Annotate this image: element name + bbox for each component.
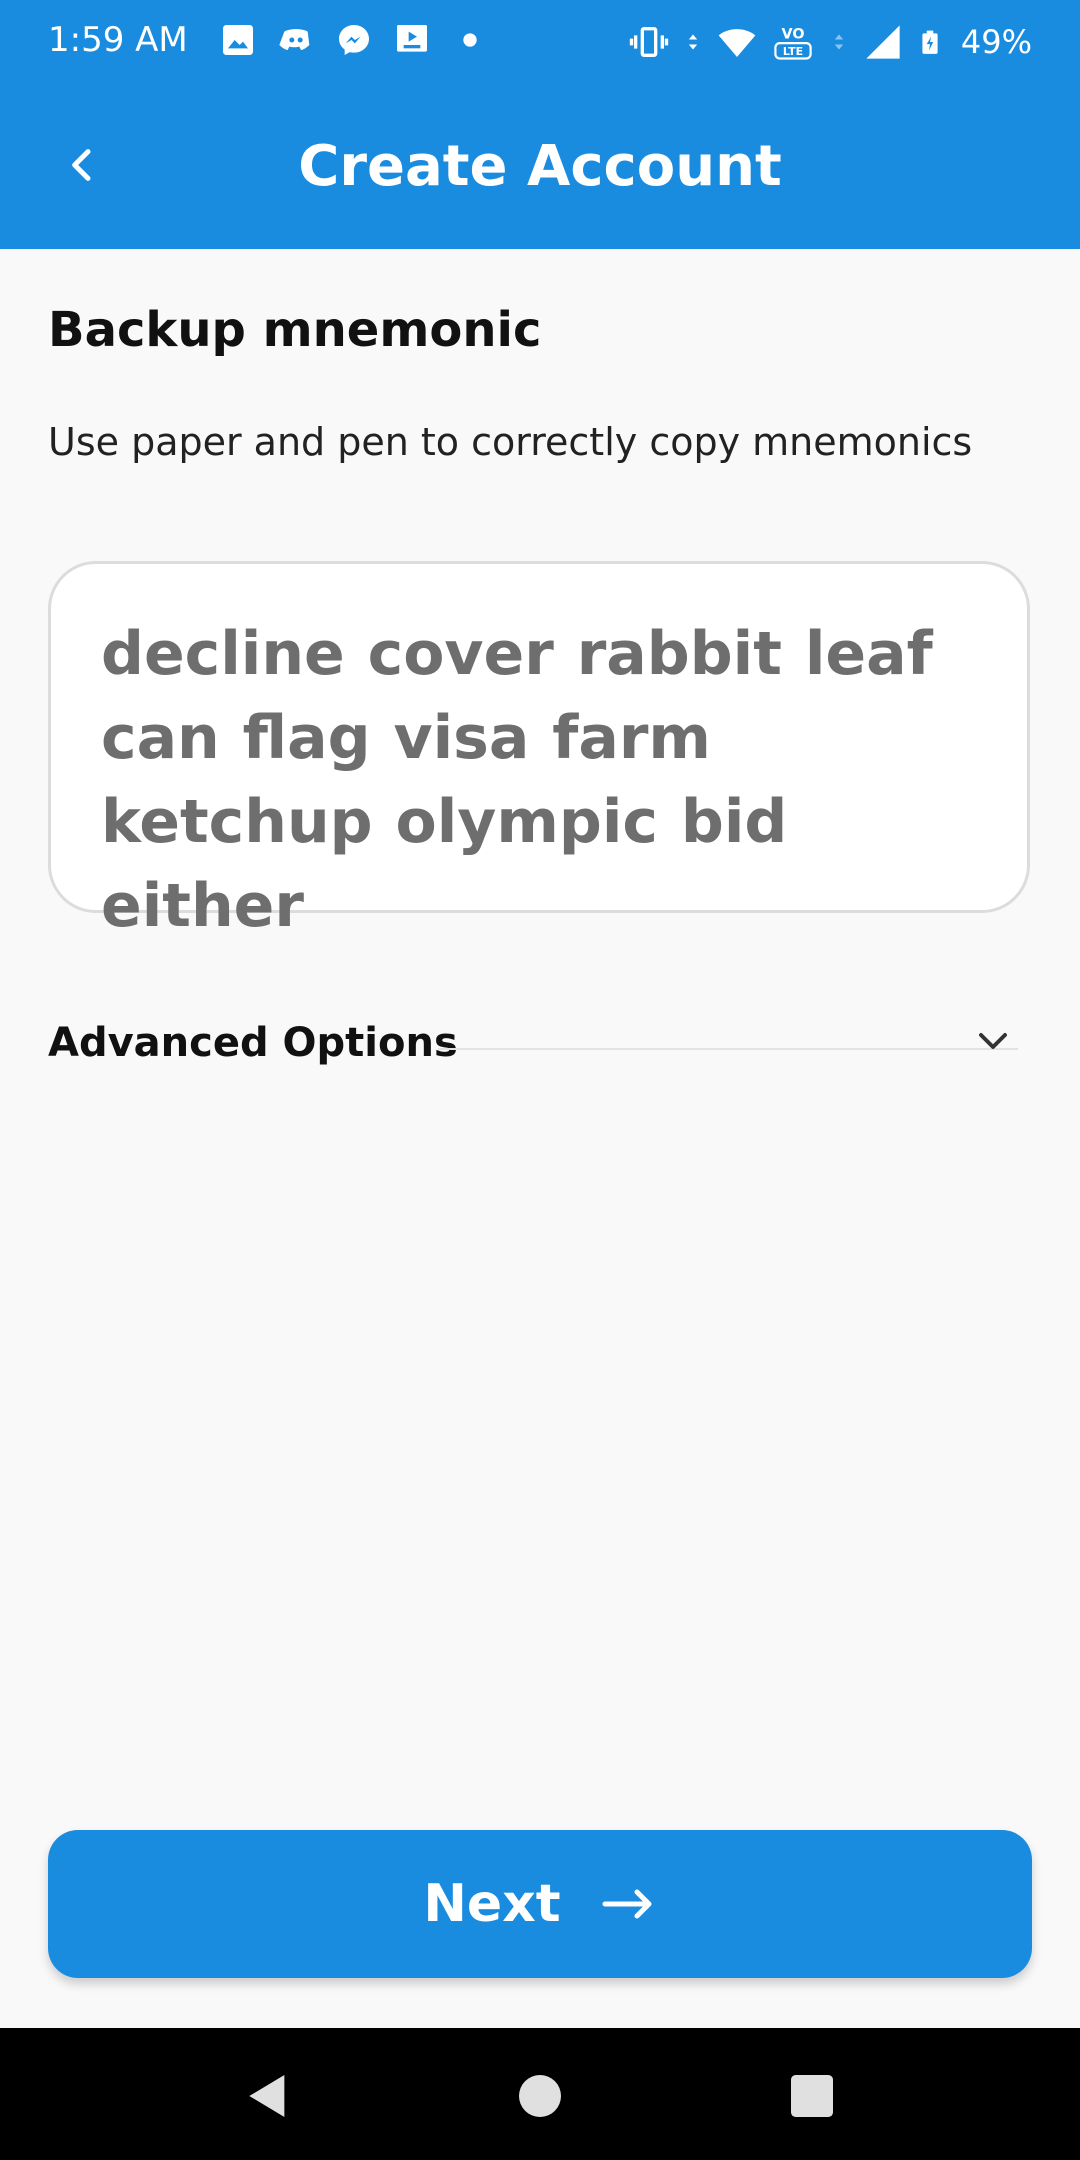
battery-icon: [922, 30, 938, 54]
mnemonic-box: decline cover rabbit leaf can flag visa …: [48, 561, 1030, 941]
signal-icon: [866, 25, 900, 59]
chevron-down-icon[interactable]: [968, 1016, 1018, 1066]
screencast-icon: [397, 25, 427, 52]
section-heading: Backup mnemonic: [48, 302, 542, 358]
discord-icon: [279, 29, 310, 50]
svg-text:VO: VO: [781, 27, 804, 43]
advanced-options-label: Advanced Options: [48, 1020, 458, 1066]
app-bar: Create Account: [0, 84, 1080, 249]
divider: [438, 1048, 1018, 1050]
battery-percentage: 49%: [960, 23, 1032, 61]
status-bar: 1:59 AM VO LTE 49%: [0, 0, 1080, 84]
volte-icon: VO LTE: [774, 27, 812, 60]
page-title: Create Account: [298, 134, 782, 199]
data-arrows-icon: [688, 34, 698, 50]
wifi-icon: [718, 29, 756, 57]
navigation-bar: [0, 2028, 1080, 2160]
image-icon: [223, 25, 253, 55]
mnemonic-phrase: decline cover rabbit leaf can flag visa …: [101, 619, 933, 941]
status-time: 1:59 AM: [48, 20, 188, 60]
advanced-options-toggle[interactable]: Advanced Options: [48, 1010, 1030, 1080]
next-button-label: Next: [423, 1874, 561, 1934]
vibrate-icon: [629, 27, 669, 57]
section-subtext: Use paper and pen to correctly copy mnem…: [48, 420, 973, 464]
data-arrows-dim-icon: [834, 34, 844, 50]
dot-icon: [463, 33, 477, 47]
nav-home-icon[interactable]: [512, 2068, 568, 2124]
system-status-icons: VO LTE 49%: [629, 20, 1032, 64]
messenger-icon: [339, 25, 369, 55]
screen: 1:59 AM VO LTE 49% Create Account Backup …: [0, 0, 1080, 2160]
nav-recents-icon[interactable]: [784, 2068, 840, 2124]
next-button[interactable]: Next: [48, 1830, 1032, 1978]
notification-icons: [218, 20, 490, 60]
nav-back-icon[interactable]: [240, 2068, 296, 2124]
arrow-right-icon: [602, 1889, 652, 1919]
svg-text:LTE: LTE: [783, 45, 803, 58]
